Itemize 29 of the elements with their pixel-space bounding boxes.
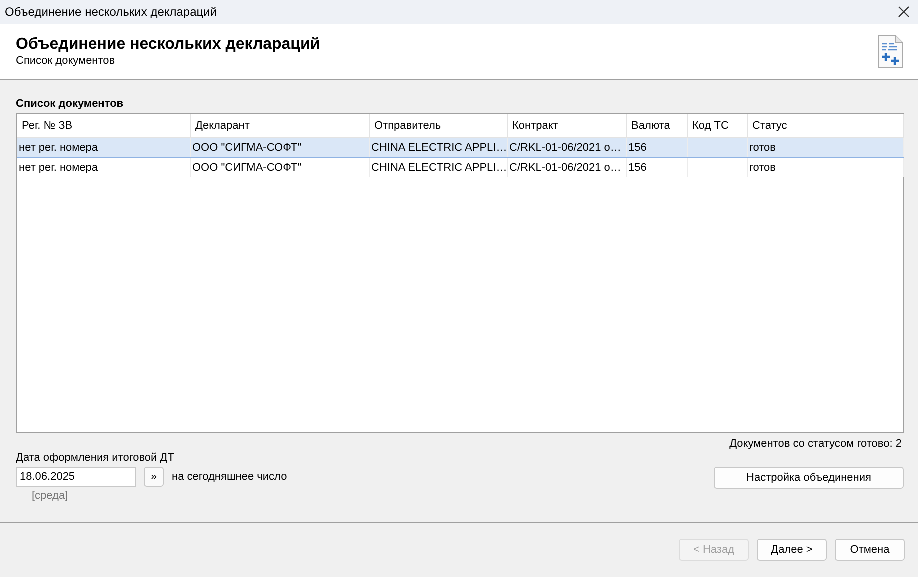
today-label: на сегодняшнее число: [172, 471, 288, 483]
today-button[interactable]: »: [144, 467, 164, 487]
page-title: Объединение нескольких деклараций: [16, 36, 320, 54]
weekday-label: [среда]: [32, 490, 70, 502]
table-cell: ООО "СИГМА-СОФТ": [192, 162, 302, 174]
table-cell: C/RKL-01-06/2021 о…: [510, 162, 622, 174]
merge-settings-button[interactable]: Настройка объединения: [714, 467, 904, 489]
status-count: Документов со статусом готово: 2: [730, 438, 902, 450]
table-cell: нет рег. номера: [19, 162, 98, 174]
table-cell: CHINA ELECTRIC APPLI…: [372, 162, 506, 174]
page-subtitle: Список документов: [16, 55, 116, 67]
section-title: Список документов: [16, 98, 125, 110]
table-cell: готов: [750, 162, 776, 174]
table-cell: готов: [750, 142, 776, 154]
wizard-button[interactable]: Отмена: [835, 539, 905, 561]
selected-row[interactable]: нет рег. номера ООО "СИГМА-СОФТ" CHINA ELECTRIC APPLI… C/RKL-01-06/2021 о… 156 готов: [17, 138, 903, 158]
close-icon[interactable]: [898, 6, 910, 18]
table-cell: нет рег. номера: [19, 142, 98, 154]
date-label: Дата оформления итоговой ДТ: [16, 452, 176, 464]
table-cell: 156: [628, 142, 647, 154]
window-title: Объединение нескольких деклараций: [5, 5, 218, 19]
document-plus-icon: [878, 34, 904, 68]
date-field[interactable]: 18.06.2025: [16, 467, 136, 487]
table-cell: CHINA ELECTRIC APPLI…: [372, 142, 506, 154]
wizard-button[interactable]: Далее >: [757, 539, 827, 561]
table-cell: C/RKL-01-06/2021 о…: [510, 142, 622, 154]
table-row[interactable]: нет рег. номера ООО "СИГМА-СОФТ" CHINA ELECTRIC APPLI… C/RKL-01-06/2021 о… 156 готов: [17, 158, 903, 177]
table-cell: ООО "СИГМА-СОФТ": [192, 142, 302, 154]
table-cell: 156: [628, 162, 647, 174]
